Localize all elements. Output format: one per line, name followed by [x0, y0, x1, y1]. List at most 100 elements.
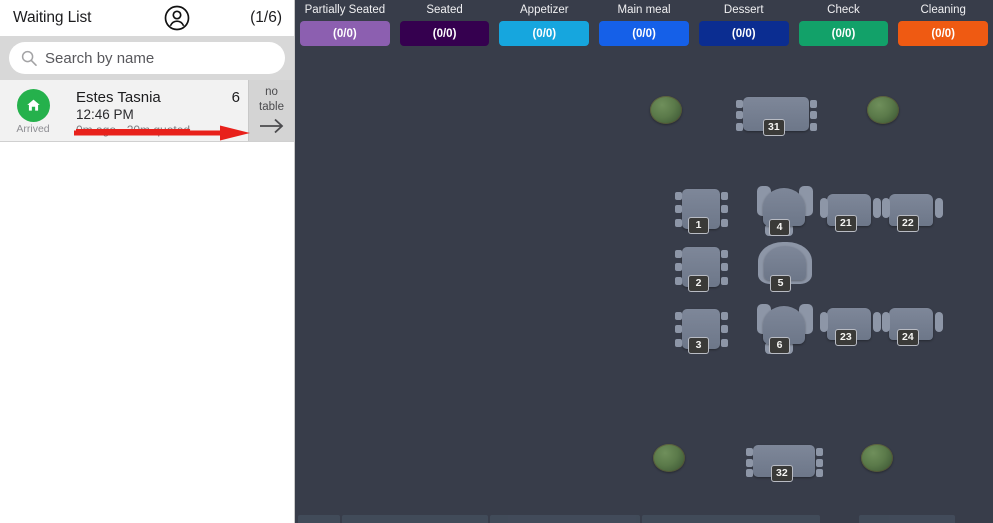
table-number-label: 23 [835, 329, 857, 346]
table-6[interactable]: 6 [753, 302, 815, 360]
table-21[interactable]: 21 [818, 192, 882, 238]
chair [721, 205, 728, 214]
chair [675, 263, 682, 272]
status-tab-seated[interactable]: Seated (0/0) [395, 0, 495, 46]
status-tab-label: Seated [426, 4, 463, 16]
bottom-toolbar-peek [295, 515, 993, 523]
chair [746, 469, 753, 478]
status-tab-partially-seated[interactable]: Partially Seated (0/0) [295, 0, 395, 46]
chair [675, 338, 682, 347]
search-input[interactable] [45, 49, 273, 67]
chair [736, 100, 743, 108]
chair [675, 325, 682, 334]
table-number-label: 21 [835, 215, 857, 232]
guest-time: 12:46 PM [76, 107, 134, 122]
table-number-label: 1 [688, 217, 709, 234]
floor-plan: Partially Seated (0/0) Seated (0/0) Appetize… [295, 0, 993, 523]
table-4[interactable]: 4 [753, 184, 815, 242]
chair [721, 250, 728, 258]
floor-canvas[interactable]: 31 1 4 21 22 2 5 3 6 23 24 32 [295, 58, 993, 523]
table-number-label: 24 [897, 329, 919, 346]
plant-decoration [867, 96, 899, 124]
status-label: Arrived [16, 122, 50, 135]
status-tab-count[interactable]: (0/0) [499, 21, 590, 46]
chair [721, 312, 728, 320]
table-32[interactable]: 32 [745, 442, 827, 488]
chair [736, 122, 743, 131]
chair [820, 198, 828, 218]
chair [746, 458, 753, 467]
table-31[interactable]: 31 [735, 94, 821, 142]
table-2[interactable]: 2 [674, 244, 732, 298]
assign-table-label-line2: table [259, 101, 284, 113]
table-number-label: 22 [897, 215, 919, 232]
chair [882, 312, 890, 332]
search-icon [21, 50, 37, 66]
guest-list: Arrived Estes Tasnia 12:46 PM 0m ago · 2… [0, 80, 294, 142]
status-tab-appetizer[interactable]: Appetizer (0/0) [494, 0, 594, 46]
table-number-label: 2 [688, 275, 709, 292]
assign-table-label-line1: no [265, 86, 278, 98]
guest-wait-info: 0m ago · 20m quoted [76, 123, 191, 137]
status-tab-count[interactable]: (0/0) [898, 21, 989, 46]
chair [721, 276, 728, 285]
search-bar-container [0, 36, 294, 80]
chair [820, 312, 828, 332]
status-tab-label: Appetizer [520, 4, 569, 16]
table-number-label: 3 [688, 337, 709, 354]
table-number-label: 4 [769, 219, 790, 236]
status-tab-count[interactable]: (0/0) [300, 21, 390, 46]
status-tab-dessert[interactable]: Dessert (0/0) [694, 0, 794, 46]
chair [935, 198, 943, 218]
table-22[interactable]: 22 [880, 192, 944, 238]
table-1[interactable]: 1 [674, 186, 732, 240]
table-24[interactable]: 24 [880, 306, 944, 352]
status-tab-label: Dessert [723, 4, 764, 16]
plant-decoration [650, 96, 682, 124]
status-tab-label: Check [827, 4, 860, 16]
plant-decoration [653, 444, 685, 472]
status-tab-main-meal[interactable]: Main meal (0/0) [594, 0, 694, 46]
chair [675, 276, 682, 285]
list-item[interactable]: Arrived Estes Tasnia 12:46 PM 0m ago · 2… [0, 80, 294, 142]
plant-decoration [861, 444, 893, 472]
chair [721, 218, 728, 227]
arrow-right-icon [257, 117, 287, 140]
party-size: 6 [231, 89, 240, 106]
table-number-label: 6 [769, 337, 790, 354]
chair [746, 448, 753, 456]
chair [721, 192, 728, 200]
waiting-list-panel: Waiting List (1/6) Search by name Arrive… [0, 0, 295, 523]
table-3[interactable]: 3 [674, 306, 732, 360]
page-title: Waiting List [13, 9, 92, 26]
status-tab-count[interactable]: (0/0) [399, 21, 490, 46]
table-23[interactable]: 23 [818, 306, 882, 352]
status-tab-count[interactable]: (0/0) [599, 21, 689, 46]
table-5[interactable]: 5 [753, 240, 817, 298]
waiting-list-header: Waiting List (1/6) [0, 0, 294, 36]
status-tab-bar: Partially Seated (0/0) Seated (0/0) Appetize… [295, 0, 993, 58]
status-tab-count[interactable]: (0/0) [698, 21, 789, 46]
status-tab-check[interactable]: Check (0/0) [794, 0, 894, 46]
chair [935, 312, 943, 332]
chair [675, 205, 682, 214]
assign-table-button[interactable]: no table [248, 80, 294, 141]
chair [721, 263, 728, 272]
status-tab-label: Main meal [617, 4, 671, 16]
status-tab-cleaning[interactable]: Cleaning (0/0) [893, 0, 993, 46]
waiting-list-count: (1/6) [250, 9, 282, 26]
search-box[interactable] [9, 42, 285, 74]
guest-details: Estes Tasnia 12:46 PM 0m ago · 20m quote… [66, 80, 248, 141]
chair [810, 111, 817, 120]
table-number-label: 32 [771, 465, 793, 482]
chair [721, 325, 728, 334]
user-circle-icon[interactable] [164, 5, 190, 31]
table-number-label: 31 [763, 119, 785, 136]
status-tab-count[interactable]: (0/0) [798, 21, 889, 46]
status-tab-label: Cleaning [920, 4, 966, 16]
chair [675, 312, 682, 320]
guest-name: Estes Tasnia [76, 89, 161, 106]
chair [675, 192, 682, 200]
chair [816, 448, 823, 456]
table-number-label: 5 [770, 275, 791, 292]
